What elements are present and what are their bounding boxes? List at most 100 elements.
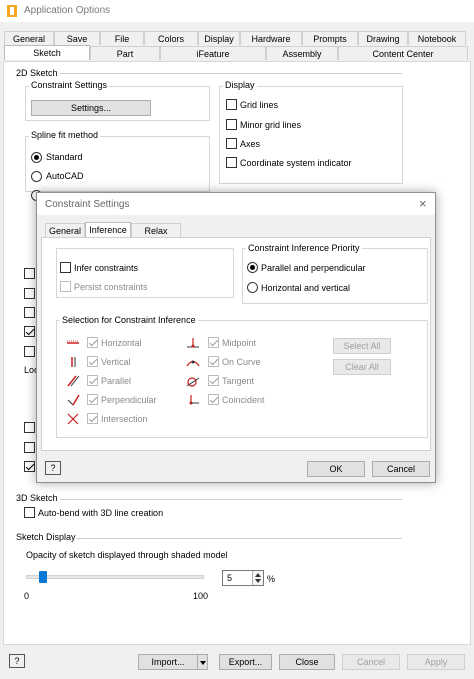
option-checkbox[interactable] bbox=[24, 288, 35, 299]
close-icon[interactable]: × bbox=[419, 196, 427, 211]
option-checkbox[interactable] bbox=[24, 422, 35, 433]
persist-constraints-checkbox[interactable] bbox=[60, 281, 71, 292]
auto-bend-label: Auto-bend with 3D line creation bbox=[38, 508, 164, 518]
tab-sketch[interactable]: Sketch bbox=[4, 45, 90, 60]
vertical-label: Vertical bbox=[101, 357, 131, 367]
perpendicular-constraint-icon bbox=[67, 394, 80, 406]
on-curve-constraint-icon bbox=[186, 360, 200, 367]
import-button[interactable]: Import... bbox=[138, 654, 198, 670]
tab-hardware[interactable]: Hardware bbox=[240, 31, 302, 45]
priority-parallel-label: Parallel and perpendicular bbox=[261, 263, 366, 273]
dialog-ok-button[interactable]: OK bbox=[307, 461, 365, 477]
option-checkbox[interactable] bbox=[24, 268, 35, 279]
axes-checkbox[interactable] bbox=[226, 138, 237, 149]
axes-label: Axes bbox=[240, 139, 261, 149]
parallel-constraint-icon bbox=[67, 375, 80, 387]
priority-horizontal-radio[interactable] bbox=[247, 282, 258, 293]
tab-prompts[interactable]: Prompts bbox=[302, 31, 358, 45]
vertical-checkbox[interactable] bbox=[87, 356, 98, 367]
chevron-down-icon bbox=[200, 661, 206, 665]
cancel-button[interactable]: Cancel bbox=[342, 654, 400, 670]
option-checkbox[interactable] bbox=[24, 461, 35, 472]
grid-lines-checkbox[interactable] bbox=[226, 99, 237, 110]
auto-bend-checkbox[interactable] bbox=[24, 507, 35, 518]
priority-label: Constraint Inference Priority bbox=[246, 243, 362, 253]
section-3d-sketch-title: 3D Sketch bbox=[16, 493, 58, 503]
tab-assembly[interactable]: Assembly bbox=[266, 46, 338, 60]
on-curve-label: On Curve bbox=[222, 357, 261, 367]
spline-fit-label: Spline fit method bbox=[29, 130, 101, 140]
import-dropdown-button[interactable] bbox=[197, 654, 208, 670]
tab-ifeature[interactable]: iFeature bbox=[160, 46, 266, 60]
divider bbox=[60, 499, 402, 500]
spin-up-icon[interactable] bbox=[255, 573, 261, 577]
horizontal-constraint-icon bbox=[67, 340, 79, 344]
grid-lines-label: Grid lines bbox=[240, 100, 279, 110]
parallel-checkbox[interactable] bbox=[87, 375, 98, 386]
close-button[interactable]: Close bbox=[279, 654, 335, 670]
coincident-constraint-icon bbox=[189, 395, 199, 405]
display-label: Display bbox=[223, 80, 257, 90]
tab-file[interactable]: File bbox=[100, 31, 144, 45]
dialog-tab-relax-mode[interactable]: Relax Mode bbox=[131, 223, 181, 250]
priority-parallel-radio[interactable] bbox=[247, 262, 258, 273]
tab-colors[interactable]: Colors bbox=[144, 31, 198, 45]
apply-button[interactable]: Apply bbox=[407, 654, 465, 670]
option-checkbox[interactable] bbox=[24, 442, 35, 453]
opacity-slider-thumb[interactable] bbox=[38, 571, 47, 583]
help-button[interactable]: ? bbox=[9, 654, 25, 668]
priority-horizontal-label: Horizontal and vertical bbox=[261, 283, 351, 293]
opacity-label: Opacity of sketch displayed through shad… bbox=[26, 550, 228, 560]
infer-constraints-checkbox[interactable] bbox=[60, 262, 71, 273]
priority-group bbox=[242, 248, 428, 304]
tab-strip: General Save File Colors Display Hardwar… bbox=[0, 22, 474, 62]
opacity-spinner[interactable]: 5 bbox=[222, 570, 264, 586]
option-checkbox[interactable] bbox=[24, 307, 35, 318]
option-checkbox[interactable] bbox=[24, 326, 35, 337]
midpoint-checkbox[interactable] bbox=[208, 337, 219, 348]
minor-grid-lines-checkbox[interactable] bbox=[226, 119, 237, 130]
opacity-slider-track[interactable] bbox=[26, 575, 204, 579]
dialog-tab-general[interactable]: General bbox=[45, 223, 85, 237]
spline-autocad-radio[interactable] bbox=[31, 171, 42, 182]
spline-standard-radio[interactable] bbox=[31, 152, 42, 163]
settings-button[interactable]: Settings... bbox=[31, 100, 151, 116]
divider bbox=[76, 538, 402, 539]
dialog-title-bar: Constraint Settings × bbox=[37, 193, 435, 215]
coordinate-indicator-checkbox[interactable] bbox=[226, 157, 237, 168]
on-curve-checkbox[interactable] bbox=[208, 356, 219, 367]
tab-notebook[interactable]: Notebook bbox=[408, 31, 466, 45]
intersection-constraint-icon bbox=[67, 413, 79, 425]
tab-content-center[interactable]: Content Center bbox=[338, 46, 468, 60]
option-checkbox[interactable] bbox=[24, 346, 35, 357]
tab-save[interactable]: Save bbox=[54, 31, 100, 45]
tab-display[interactable]: Display bbox=[198, 31, 240, 45]
tab-general[interactable]: General bbox=[4, 31, 54, 45]
dialog-tab-inference[interactable]: Inference bbox=[85, 222, 131, 237]
perpendicular-checkbox[interactable] bbox=[87, 394, 98, 405]
intersection-checkbox[interactable] bbox=[87, 413, 98, 424]
select-all-button[interactable]: Select All bbox=[333, 338, 391, 354]
spinner-buttons[interactable] bbox=[252, 571, 263, 585]
coincident-checkbox[interactable] bbox=[208, 394, 219, 405]
vertical-constraint-icon bbox=[71, 357, 76, 367]
opacity-value[interactable]: 5 bbox=[227, 573, 232, 583]
selection-label: Selection for Constraint Inference bbox=[60, 315, 198, 325]
parallel-label: Parallel bbox=[101, 376, 132, 386]
dialog-cancel-button[interactable]: Cancel bbox=[372, 461, 430, 477]
horizontal-checkbox[interactable] bbox=[87, 337, 98, 348]
coordinate-indicator-label: Coordinate system indicator bbox=[240, 158, 352, 168]
tab-part[interactable]: Part bbox=[90, 46, 160, 60]
clear-all-button[interactable]: Clear All bbox=[333, 359, 391, 375]
midpoint-constraint-icon bbox=[187, 338, 199, 348]
infer-constraints-label: Infer constraints bbox=[74, 263, 139, 273]
export-button[interactable]: Export... bbox=[219, 654, 272, 670]
tab-drawing[interactable]: Drawing bbox=[358, 31, 408, 45]
dialog-title: Constraint Settings bbox=[45, 199, 130, 210]
spline-fit-group bbox=[25, 136, 210, 192]
horizontal-label: Horizontal bbox=[101, 338, 142, 348]
tangent-checkbox[interactable] bbox=[208, 375, 219, 386]
spin-down-icon[interactable] bbox=[255, 579, 261, 583]
opacity-unit: % bbox=[267, 574, 276, 584]
dialog-help-button[interactable]: ? bbox=[45, 461, 61, 475]
